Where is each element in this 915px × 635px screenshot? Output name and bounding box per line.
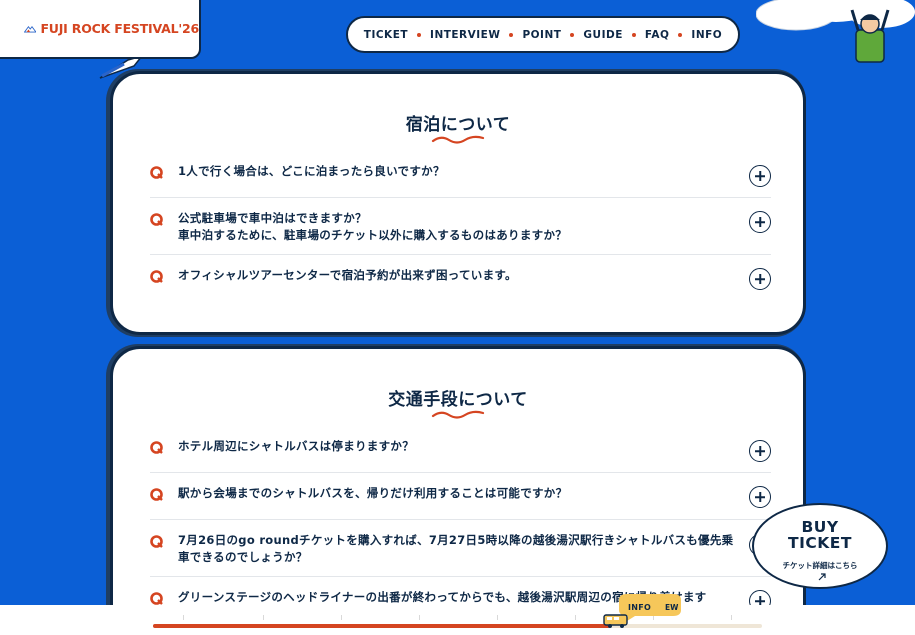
faq-section-transportation: 交通手段について ホテル周辺にシャトルバスは停まりますか？ 駅から会場までのシャ…: [110, 346, 806, 635]
faq-item[interactable]: 1人で行く場合は、どこに泊まったら良いですか？: [150, 158, 771, 198]
progress-tick: [497, 615, 498, 620]
expand-plus-icon[interactable]: [749, 165, 771, 187]
buy-ticket-title: BUY TICKET: [754, 519, 886, 551]
question-text: 公式駐車場で車中泊はできますか？ 車中泊するために、駐車場のチケット以外に購入す…: [178, 211, 568, 242]
section-title: 宿泊について: [405, 115, 511, 135]
nav-separator: [678, 32, 683, 37]
site-logo[interactable]: FUJI ROCK FESTIVAL'26: [0, 0, 201, 59]
nav-separator: [417, 32, 422, 37]
squiggle-decoration-icon: [431, 135, 485, 144]
q-marker-icon: [150, 488, 163, 501]
progress-next-label: EW: [665, 603, 679, 612]
nav-point[interactable]: POINT: [522, 29, 561, 41]
progress-track[interactable]: [153, 624, 762, 628]
progress-tick: [341, 615, 342, 620]
logo-text: FUJI ROCK FESTIVAL'26: [40, 21, 199, 36]
q-marker-icon: [150, 592, 163, 605]
progress-tick: [731, 615, 732, 620]
progress-fill: [153, 624, 610, 628]
question-text: ホテル周辺にシャトルバスは停まりますか？: [178, 439, 414, 453]
cloud-character-illustration-icon: [756, 0, 915, 63]
faq-item[interactable]: 公式駐車場で車中泊はできますか？ 車中泊するために、駐車場のチケット以外に購入す…: [150, 198, 771, 255]
arrow-up-right-icon: [818, 573, 826, 581]
mountain-logo-icon: [24, 25, 37, 33]
buy-ticket-button[interactable]: BUY TICKET チケット詳細はこちら: [752, 503, 888, 589]
nav-info[interactable]: INFO: [691, 29, 722, 41]
squiggle-decoration-icon: [431, 410, 485, 419]
question-text: オフィシャルツアーセンターで宿泊予約が出来ず困っています。: [178, 268, 517, 282]
q-marker-icon: [150, 166, 163, 179]
progress-tick: [183, 615, 184, 620]
progress-tick: [419, 615, 420, 620]
expand-plus-icon[interactable]: [749, 268, 771, 290]
expand-plus-icon[interactable]: [749, 211, 771, 233]
bus-icon: [603, 614, 628, 628]
nav-guide[interactable]: GUIDE: [583, 29, 622, 41]
section-progress-bar: [0, 605, 915, 635]
buy-ticket-line2: TICKET: [788, 534, 852, 552]
q-marker-icon: [150, 213, 163, 226]
faq-item[interactable]: 駅から会場までのシャトルバスを、帰りだけ利用することは可能ですか？: [150, 473, 771, 520]
q-marker-icon: [150, 441, 163, 454]
nav-faq[interactable]: FAQ: [645, 29, 670, 41]
progress-tick: [263, 615, 264, 620]
faq-item[interactable]: 7月26日のgo roundチケットを購入すれば、7月27日5時以降の越後湯沢駅…: [150, 520, 771, 577]
expand-plus-icon[interactable]: [749, 440, 771, 462]
faq-item[interactable]: オフィシャルツアーセンターで宿泊予約が出来ず困っています。: [150, 255, 771, 303]
q-marker-icon: [150, 535, 163, 548]
nav-separator: [631, 32, 636, 37]
nav-interview[interactable]: INTERVIEW: [430, 29, 500, 41]
question-text: 駅から会場までのシャトルバスを、帰りだけ利用することは可能ですか？: [178, 486, 568, 500]
nav-separator: [509, 32, 514, 37]
nav-separator: [570, 32, 575, 37]
question-text: 1人で行く場合は、どこに泊まったら良いですか？: [178, 164, 445, 178]
section-title: 交通手段について: [388, 390, 528, 410]
nav-ticket[interactable]: TICKET: [364, 29, 408, 41]
q-marker-icon: [150, 270, 163, 283]
buy-ticket-subtitle: チケット詳細はこちら: [782, 561, 858, 570]
progress-tick: [575, 615, 576, 620]
question-text: 7月26日のgo roundチケットを購入すれば、7月27日5時以降の越後湯沢駅…: [178, 533, 734, 564]
faq-item[interactable]: ホテル周辺にシャトルバスは停まりますか？: [150, 433, 771, 473]
main-nav: TICKET INTERVIEW POINT GUIDE FAQ INFO: [346, 16, 740, 53]
progress-current-label: INFO: [628, 603, 652, 612]
faq-section-accommodation: 宿泊について 1人で行く場合は、どこに泊まったら良いですか？ 公式駐車場で車中泊…: [110, 71, 806, 335]
expand-plus-icon[interactable]: [749, 486, 771, 508]
